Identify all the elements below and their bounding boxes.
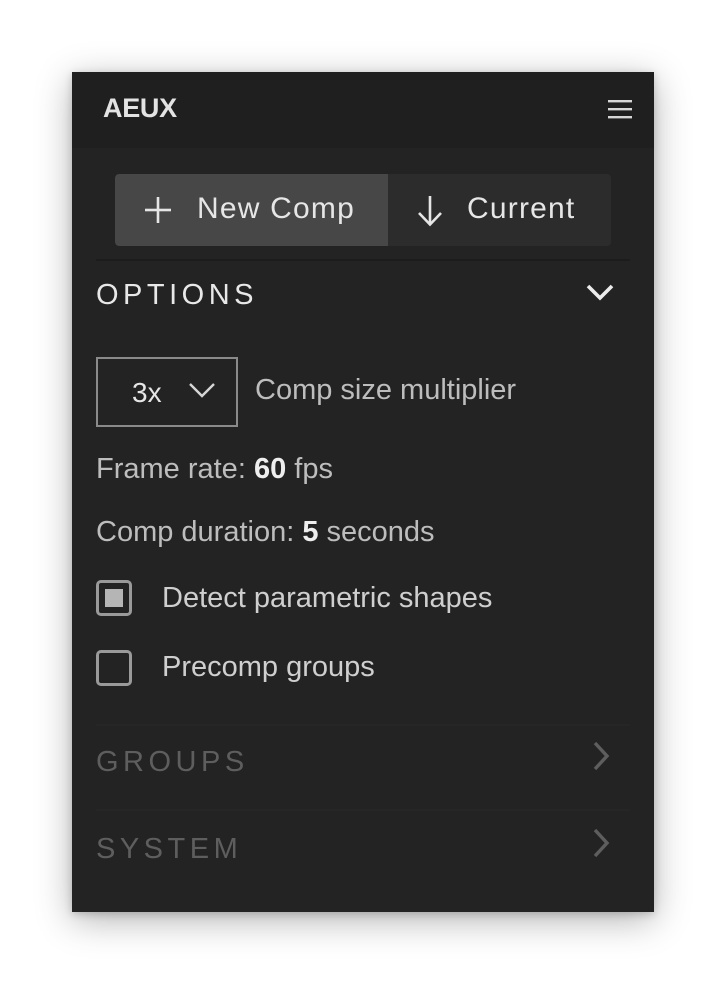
arrow-down-icon (417, 194, 443, 233)
frame-rate-text: Frame rate: 60 fps (96, 453, 333, 486)
frame-rate-value[interactable]: 60 (254, 453, 286, 485)
groups-section-title[interactable]: GROUPS (96, 746, 249, 779)
divider (96, 724, 630, 726)
checkbox-fill (105, 589, 123, 607)
comp-size-multiplier-select[interactable]: 3x (96, 357, 238, 427)
precomp-groups-label: Precomp groups (162, 651, 375, 683)
new-comp-label: New Comp (197, 192, 355, 225)
new-comp-button[interactable]: New Comp (115, 174, 388, 246)
plus-icon (144, 196, 172, 229)
system-section-title[interactable]: SYSTEM (96, 833, 242, 866)
comp-duration-text: Comp duration: 5 seconds (96, 516, 435, 549)
detect-parametric-checkbox[interactable] (96, 580, 132, 616)
frame-rate-prefix: Frame rate: (96, 453, 246, 485)
app-title: AEUX (103, 93, 177, 123)
multiplier-value: 3x (132, 377, 162, 408)
current-button[interactable]: Current (388, 174, 611, 246)
options-section-title[interactable]: OPTIONS (96, 279, 258, 312)
title-bar: AEUX (72, 72, 654, 148)
chevron-right-icon[interactable] (591, 827, 611, 864)
duration-unit: seconds (326, 516, 435, 548)
multiplier-label: Comp size multiplier (255, 374, 517, 406)
chevron-down-icon[interactable] (585, 282, 615, 307)
duration-value[interactable]: 5 (302, 516, 318, 548)
detect-parametric-label: Detect parametric shapes (162, 582, 493, 614)
divider (96, 809, 630, 811)
duration-prefix: Comp duration: (96, 516, 295, 548)
chevron-down-icon (189, 383, 215, 398)
frame-rate-unit: fps (294, 453, 333, 485)
comp-action-toggle: New Comp Current (115, 174, 611, 246)
hamburger-menu-icon[interactable] (607, 97, 633, 121)
divider (96, 259, 630, 261)
aeux-panel: AEUX New Comp Current OPTIONS 3x Comp si… (72, 72, 654, 912)
precomp-groups-checkbox[interactable] (96, 650, 132, 686)
current-label: Current (467, 192, 576, 225)
chevron-right-icon[interactable] (591, 740, 611, 777)
